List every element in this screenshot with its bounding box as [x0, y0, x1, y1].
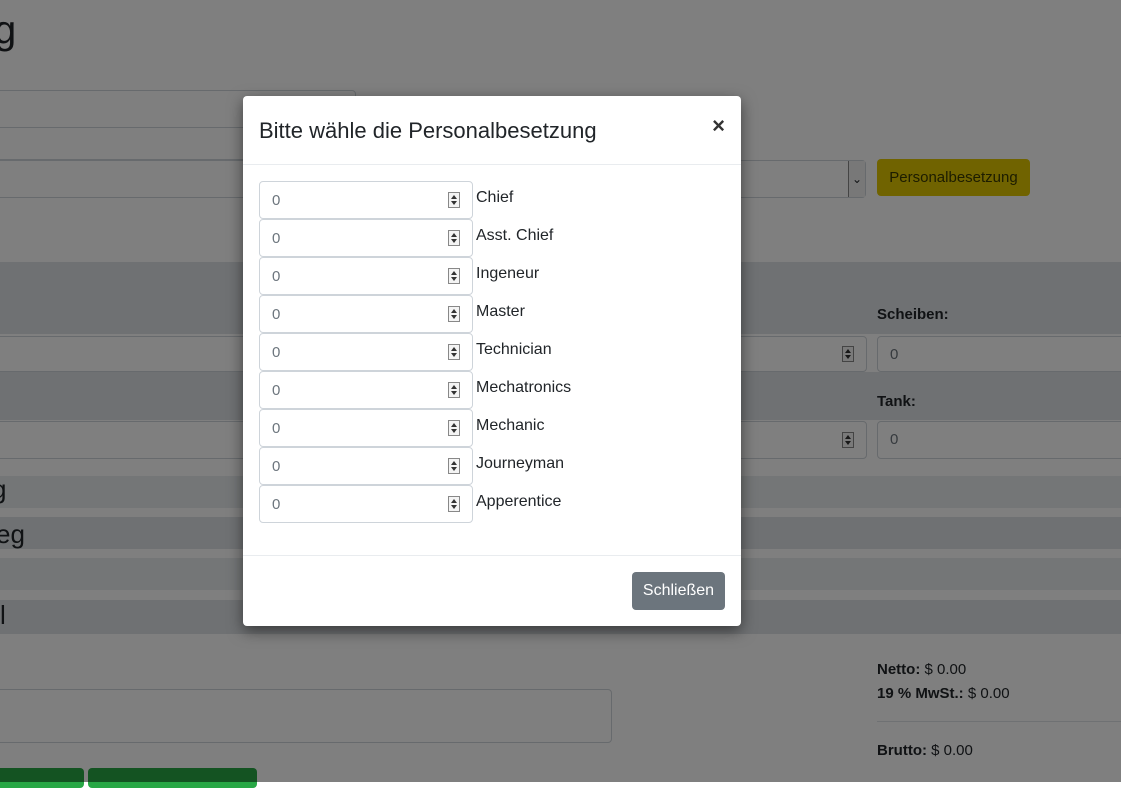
modal-title: Bitte wähle die Personalbesetzung: [259, 118, 597, 143]
apperentice-value: 0: [272, 496, 281, 513]
mechatronics-label: Mechatronics: [476, 379, 572, 396]
journeyman-input[interactable]: 0: [259, 447, 473, 485]
technician-input[interactable]: 0: [259, 333, 473, 371]
apperentice-input[interactable]: 0: [259, 485, 473, 523]
asst-chief-value: 0: [272, 230, 281, 247]
journeyman-label: Journeyman: [476, 455, 565, 472]
master-input[interactable]: 0: [259, 295, 473, 333]
personal-modal: Bitte wähle die Personalbesetzung × 0 Ch…: [243, 96, 741, 626]
ingeneur-input[interactable]: 0: [259, 257, 473, 295]
spinner-icon[interactable]: [448, 306, 460, 322]
ingeneur-value: 0: [272, 268, 281, 285]
master-label: Master: [476, 303, 525, 320]
close-button[interactable]: Schließen: [632, 572, 725, 610]
master-value: 0: [272, 306, 281, 323]
spinner-icon[interactable]: [448, 458, 460, 474]
spinner-icon[interactable]: [448, 268, 460, 284]
asst-chief-input[interactable]: 0: [259, 219, 473, 257]
mechatronics-value: 0: [272, 382, 281, 399]
spinner-icon[interactable]: [448, 344, 460, 360]
mechanic-label: Mechanic: [476, 417, 545, 434]
technician-label: Technician: [476, 341, 552, 358]
close-icon[interactable]: ×: [712, 113, 725, 139]
chief-value: 0: [272, 192, 281, 209]
spinner-icon[interactable]: [448, 382, 460, 398]
mechatronics-input[interactable]: 0: [259, 371, 473, 409]
mechanic-input[interactable]: 0: [259, 409, 473, 447]
chief-label: Chief: [476, 189, 514, 206]
spinner-icon[interactable]: [448, 496, 460, 512]
apperentice-label: Apperentice: [476, 493, 562, 510]
spinner-icon[interactable]: [448, 192, 460, 208]
technician-value: 0: [272, 344, 281, 361]
spinner-icon[interactable]: [448, 230, 460, 246]
chief-input[interactable]: 0: [259, 181, 473, 219]
journeyman-value: 0: [272, 458, 281, 475]
modal-footer: Schließen: [243, 555, 741, 627]
asst-chief-label: Asst. Chief: [476, 227, 554, 244]
spinner-icon[interactable]: [448, 420, 460, 436]
ingeneur-label: Ingeneur: [476, 265, 540, 282]
modal-header: Bitte wähle die Personalbesetzung ×: [243, 96, 741, 165]
mechanic-value: 0: [272, 420, 281, 437]
